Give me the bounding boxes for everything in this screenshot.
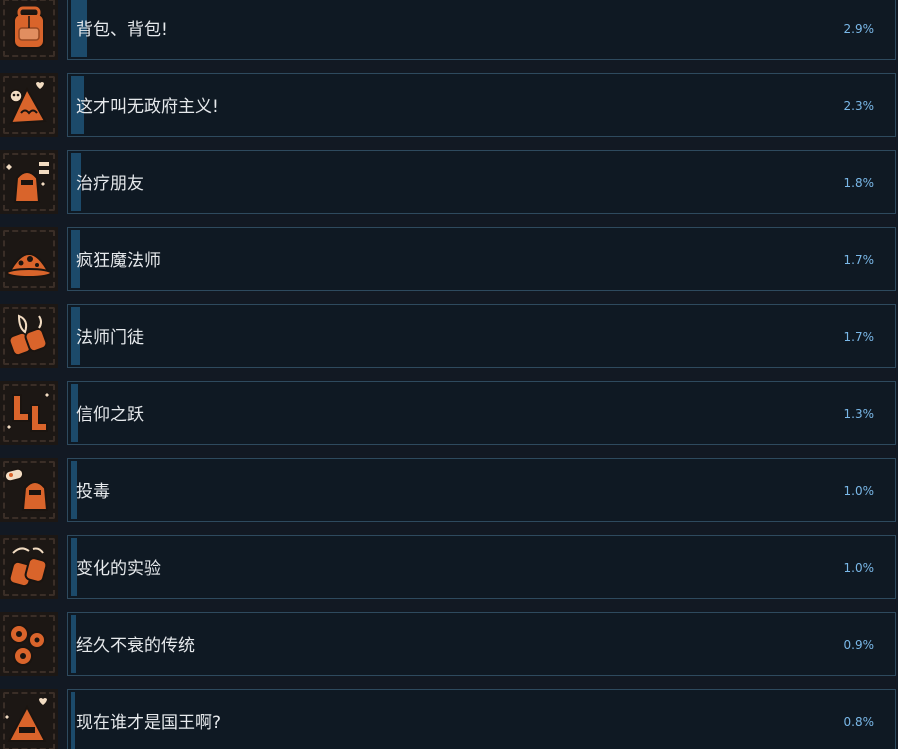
achievement-card: 投毒 1.0% — [67, 458, 896, 522]
achievement-card: 经久不衰的传统 0.9% — [67, 612, 896, 676]
achievement-percent: 1.0% — [843, 484, 875, 498]
backpack-icon — [0, 0, 58, 60]
achievement-percent: 1.7% — [843, 253, 875, 267]
achievement-list: 背包、背包! 2.9% 这才叫无政府主义! 2.3% 治疗朋友 1.8% 疯狂魔法师 1.7%… — [0, 0, 898, 749]
achievement-row[interactable]: 现在谁才是国王啊? 0.8% — [0, 689, 898, 749]
achievement-title: 疯狂魔法师 — [76, 251, 161, 271]
achievement-card: 变化的实验 1.0% — [67, 535, 896, 599]
knight-heal-icon — [0, 150, 58, 214]
wizard-hat-icon — [0, 227, 58, 291]
achievement-card: 治疗朋友 1.8% — [67, 150, 896, 214]
achievement-percent: 2.9% — [843, 22, 875, 36]
achievement-row[interactable]: 治疗朋友 1.8% — [0, 150, 898, 214]
achievement-percent: 1.0% — [843, 561, 875, 575]
achievement-title: 背包、背包! — [76, 20, 168, 40]
achievement-percent: 0.9% — [843, 638, 875, 652]
achievement-title: 这才叫无政府主义! — [76, 97, 219, 117]
transform-gloves-icon — [0, 535, 58, 599]
achievement-row[interactable]: 这才叫无政府主义! 2.3% — [0, 73, 898, 137]
achievement-percent: 1.7% — [843, 330, 875, 344]
achievement-row[interactable]: 经久不衰的传统 0.9% — [0, 612, 898, 676]
achievement-title: 现在谁才是国王啊? — [76, 713, 222, 733]
achievement-title: 经久不衰的传统 — [76, 636, 195, 656]
achievement-card: 疯狂魔法师 1.7% — [67, 227, 896, 291]
achievement-row[interactable]: 法师门徒 1.7% — [0, 304, 898, 368]
achievement-row[interactable]: 信仰之跃 1.3% — [0, 381, 898, 445]
achievement-title: 法师门徒 — [76, 328, 144, 348]
mage-gloves-icon — [0, 304, 58, 368]
achievement-card: 背包、背包! 2.9% — [67, 0, 896, 60]
achievement-card: 现在谁才是国王啊? 0.8% — [67, 689, 896, 749]
achievement-card: 这才叫无政府主义! 2.3% — [67, 73, 896, 137]
achievement-card: 法师门徒 1.7% — [67, 304, 896, 368]
progress-bar — [71, 692, 75, 749]
achievement-title: 治疗朋友 — [76, 174, 144, 194]
achievement-percent: 2.3% — [843, 99, 875, 113]
boots-icon — [0, 381, 58, 445]
achievement-title: 投毒 — [76, 482, 110, 502]
achievement-row[interactable]: 变化的实验 1.0% — [0, 535, 898, 599]
flowers-icon — [0, 612, 58, 676]
achievement-title: 变化的实验 — [76, 559, 161, 579]
achievement-percent: 0.8% — [843, 715, 875, 729]
achievement-percent: 1.8% — [843, 176, 875, 190]
poison-knight-icon — [0, 458, 58, 522]
achievement-percent: 1.3% — [843, 407, 875, 421]
achievement-title: 信仰之跃 — [76, 405, 144, 425]
king-hood-icon — [0, 689, 58, 749]
achievement-card: 信仰之跃 1.3% — [67, 381, 896, 445]
achievement-row[interactable]: 疯狂魔法师 1.7% — [0, 227, 898, 291]
hooded-skull-icon — [0, 73, 58, 137]
achievement-row[interactable]: 背包、背包! 2.9% — [0, 0, 898, 60]
achievement-row[interactable]: 投毒 1.0% — [0, 458, 898, 522]
